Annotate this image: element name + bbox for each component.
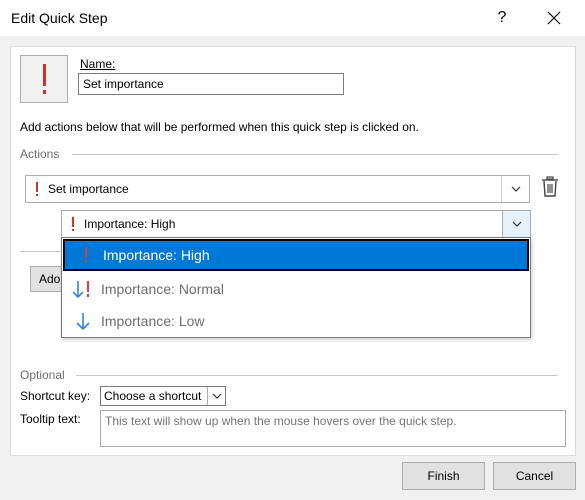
close-icon [547, 11, 561, 25]
action-select-value: Set importance [48, 182, 129, 196]
chevron-down-icon [207, 387, 225, 405]
trash-icon [542, 176, 558, 197]
help-button[interactable]: ? [488, 4, 516, 32]
importance-dropdown-list: Importance: High Importance: Normal Impo… [61, 237, 531, 338]
importance-option-high[interactable]: Importance: High [63, 239, 529, 271]
cancel-button-label: Cancel [515, 469, 554, 483]
importance-option-label: Importance: High [103, 247, 210, 263]
shortcut-key-value: Choose a shortcut [104, 389, 202, 403]
add-action-label: Ado [39, 272, 61, 286]
tooltip-text-label: Tooltip text: [20, 412, 81, 426]
help-icon: ? [497, 9, 507, 26]
importance-select-value: Importance: High [84, 217, 176, 231]
importance-select[interactable]: Importance: High [61, 210, 531, 238]
close-button[interactable] [536, 4, 572, 32]
quick-step-icon-button[interactable] [20, 55, 68, 103]
finish-button-label: Finish [427, 469, 460, 483]
actions-group-label: Actions [20, 147, 60, 161]
importance-option-label: Importance: Low [101, 313, 205, 329]
exclamation-icon [42, 64, 46, 94]
actions-lower-divider [20, 251, 60, 252]
exclamation-icon [85, 247, 87, 263]
importance-option-label: Importance: Normal [101, 281, 224, 297]
optional-group-label: Optional [20, 368, 65, 382]
importance-option-low[interactable]: Importance: Low [63, 305, 529, 337]
actions-divider [72, 154, 558, 155]
delete-action-button[interactable] [541, 176, 559, 198]
arrow-down-exclamation-icon [63, 273, 101, 305]
tooltip-text-field[interactable] [100, 410, 566, 447]
shortcut-key-select[interactable]: Choose a shortcut [100, 386, 226, 406]
title-bar: Edit Quick Step ? [0, 0, 585, 36]
finish-button[interactable]: Finish [402, 462, 485, 490]
shortcut-key-label: Shortcut key: [20, 389, 91, 403]
name-input[interactable] [78, 73, 344, 95]
description-text: Add actions below that will be performed… [20, 120, 419, 134]
cancel-button[interactable]: Cancel [493, 462, 576, 490]
arrow-down-icon [63, 305, 101, 337]
exclamation-icon [36, 182, 38, 196]
name-label-text: Name: [80, 57, 116, 71]
window-title: Edit Quick Step [11, 10, 108, 26]
chevron-down-icon [502, 211, 530, 237]
name-label: Name: [80, 57, 115, 71]
action-select[interactable]: Set importance [25, 175, 530, 203]
importance-option-normal[interactable]: Importance: Normal [63, 273, 529, 305]
exclamation-icon [72, 217, 74, 231]
optional-divider [76, 375, 558, 376]
chevron-down-icon [501, 176, 529, 202]
